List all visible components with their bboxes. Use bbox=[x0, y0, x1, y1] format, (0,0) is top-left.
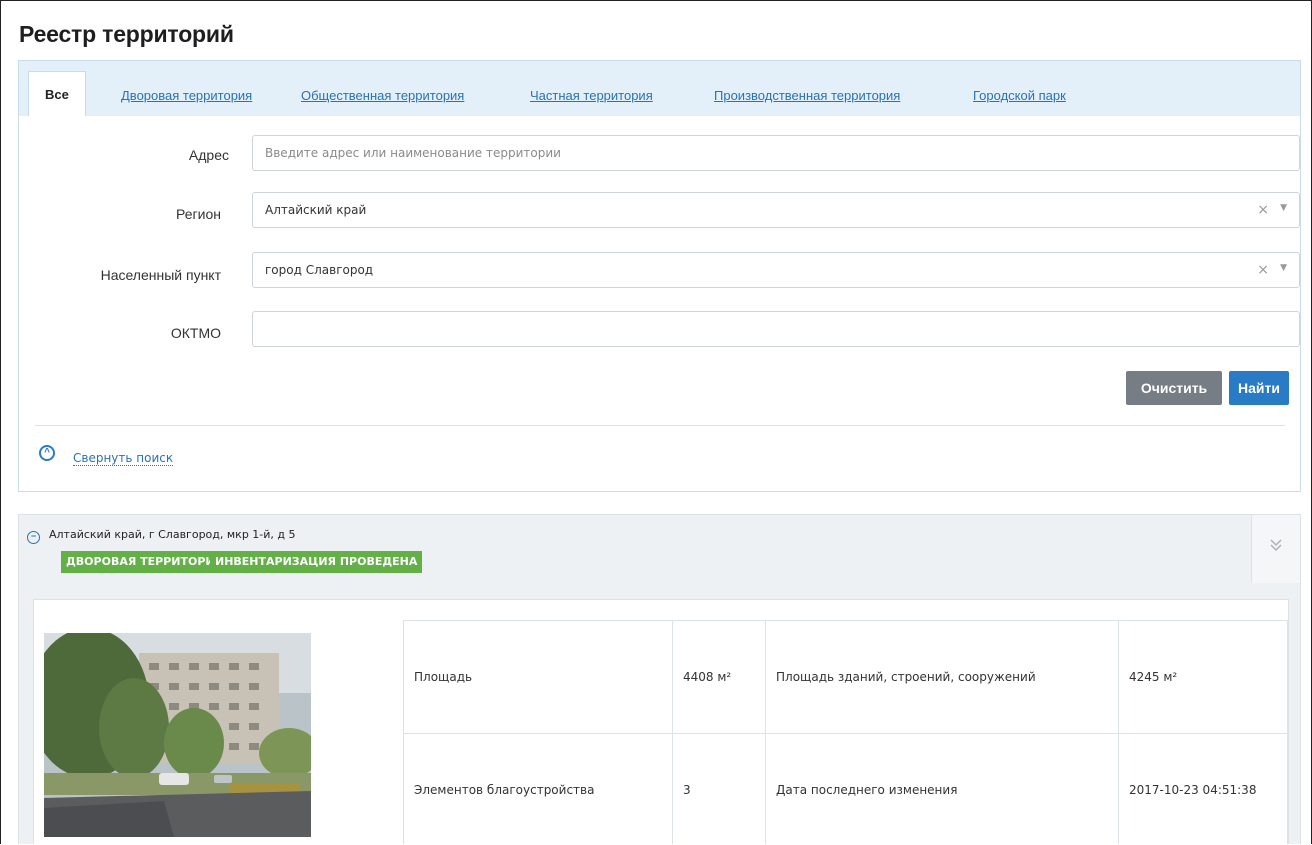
region-value: Алтайский край bbox=[265, 203, 367, 217]
badge-courtyard: ДВОРОВАЯ ТЕРРИТОРИЯ bbox=[61, 551, 229, 573]
properties-table: Площадь 4408 м² Площадь зданий, строений… bbox=[403, 620, 1288, 844]
locality-chevron-down-icon[interactable]: ▼ bbox=[1280, 251, 1287, 285]
locality-value: город Славгород bbox=[265, 263, 374, 277]
app-frame: Реестр территорий Все Дворовая территори… bbox=[0, 0, 1312, 844]
result-item: − Алтайский край, г Славгород, мкр 1-й, … bbox=[18, 514, 1301, 844]
tab-industrial[interactable]: Производственная территория bbox=[714, 88, 900, 103]
prop-elements-label: Элементов благоустройства bbox=[403, 733, 673, 844]
locality-label: Населенный пункт bbox=[100, 267, 221, 283]
oktmo-input[interactable] bbox=[252, 311, 1300, 347]
address-input[interactable]: Введите адрес или наименование территори… bbox=[252, 135, 1300, 171]
tab-bar: Все Дворовая территория Общественная тер… bbox=[19, 61, 1300, 116]
tab-public[interactable]: Общественная территория bbox=[301, 88, 464, 103]
region-select[interactable]: Алтайский край × ▼ bbox=[252, 192, 1300, 228]
prop-buildings-area-label: Площадь зданий, строений, сооружений bbox=[765, 620, 1119, 734]
address-label: Адрес bbox=[188, 147, 229, 163]
prop-buildings-area-value: 4245 м² bbox=[1118, 620, 1288, 734]
region-clear-icon[interactable]: × bbox=[1257, 193, 1269, 227]
collapse-search-link[interactable]: Свернуть поиск bbox=[73, 451, 174, 466]
collapse-up-icon[interactable]: ^ bbox=[39, 445, 55, 461]
prop-last-modified-value: 2017-10-23 04:51:38 bbox=[1118, 733, 1288, 844]
table-row: Площадь 4408 м² Площадь зданий, строений… bbox=[403, 620, 1288, 734]
prop-area-value: 4408 м² bbox=[672, 620, 766, 734]
divider bbox=[35, 425, 1285, 426]
double-chevron-down-icon[interactable] bbox=[1270, 538, 1282, 555]
prop-elements-value: 3 bbox=[672, 733, 766, 844]
badge-inventory-done: ИНВЕНТАРИЗАЦИЯ ПРОВЕДЕНА bbox=[210, 551, 423, 573]
locality-select[interactable]: город Славгород × ▼ bbox=[252, 252, 1300, 288]
region-chevron-down-icon[interactable]: ▼ bbox=[1280, 191, 1287, 225]
find-button[interactable]: Найти bbox=[1229, 371, 1289, 405]
prop-area-label: Площадь bbox=[403, 620, 673, 734]
locality-clear-icon[interactable]: × bbox=[1257, 253, 1269, 287]
page-title: Реестр территорий bbox=[19, 21, 234, 47]
tab-city-park[interactable]: Городской парк bbox=[973, 88, 1066, 103]
oktmo-label: ОКТМО bbox=[170, 325, 221, 341]
table-row: Элементов благоустройства 3 Дата последн… bbox=[403, 733, 1288, 844]
clear-button[interactable]: Очистить bbox=[1126, 371, 1222, 405]
result-collapse-icon[interactable]: − bbox=[27, 531, 40, 544]
search-panel: Все Дворовая территория Общественная тер… bbox=[18, 60, 1301, 492]
tab-courtyard[interactable]: Дворовая территория bbox=[121, 88, 252, 103]
tab-all[interactable]: Все bbox=[28, 71, 86, 116]
tab-private[interactable]: Частная территория bbox=[530, 88, 653, 103]
territory-photo[interactable] bbox=[44, 633, 311, 837]
result-address[interactable]: Алтайский край, г Славгород, мкр 1-й, д … bbox=[49, 528, 296, 541]
region-label: Регион bbox=[176, 206, 221, 222]
prop-last-modified-label: Дата последнего изменения bbox=[765, 733, 1119, 844]
result-card: Площадь 4408 м² Площадь зданий, строений… bbox=[33, 599, 1289, 844]
result-expand-area[interactable] bbox=[1251, 515, 1300, 583]
